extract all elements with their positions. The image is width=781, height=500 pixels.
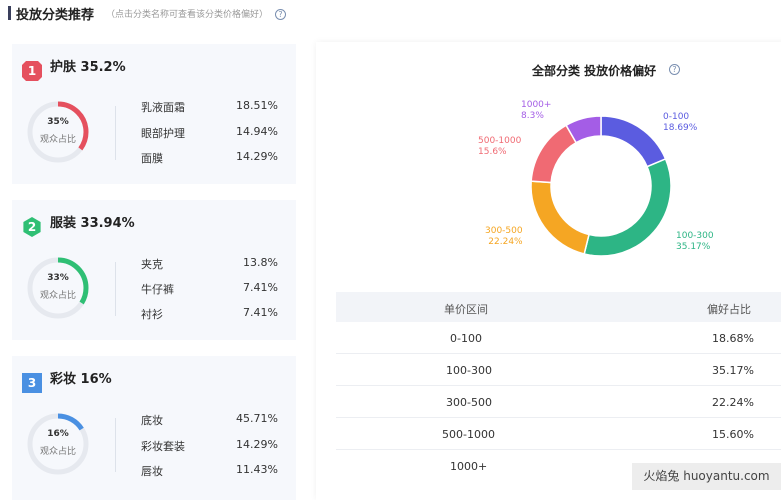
subcategory-name: 乳液面霜 — [141, 101, 185, 114]
subcategory-name: 面膜 — [141, 152, 163, 165]
category-name[interactable]: 彩妆 16% — [50, 372, 112, 387]
table-row: 0-100 18.68% — [336, 322, 781, 354]
subcategory-value: 14.94% — [236, 125, 278, 138]
audience-percent: 35% — [47, 117, 69, 127]
subcategory-name: 眼部护理 — [141, 127, 185, 140]
category-name[interactable]: 服装 33.94% — [50, 216, 135, 231]
category-name[interactable]: 护肤 35.2% — [50, 60, 126, 75]
help-icon[interactable]: ? — [669, 64, 680, 75]
cell-range: 1000+ — [450, 460, 488, 473]
subcategory-name: 唇妆 — [141, 465, 163, 478]
category-title[interactable]: 3 彩妆 16% — [22, 368, 112, 393]
watermark: 火焰兔 huoyantu.com — [632, 463, 781, 490]
cell-preference: 35.17% — [712, 364, 754, 377]
subcategory-value: 13.8% — [243, 256, 278, 269]
divider — [115, 262, 116, 316]
audience-percent: 33% — [47, 273, 69, 283]
category-title[interactable]: 1 护肤 35.2% — [22, 56, 126, 81]
cell-preference: 18.68% — [712, 332, 754, 345]
column-header-preference: 偏好占比 — [707, 303, 751, 316]
slice-label-1000-plus: 1000+ 8.3% — [521, 100, 552, 121]
cell-preference: 22.24% — [712, 396, 754, 409]
table-row: 100-300 35.17% — [336, 354, 781, 386]
cell-range: 300-500 — [446, 396, 492, 409]
divider — [115, 106, 116, 160]
cell-range: 100-300 — [446, 364, 492, 377]
cell-range: 500-1000 — [442, 428, 495, 441]
help-icon[interactable]: ? — [275, 9, 286, 20]
table-header: 单价区间 偏好占比 — [336, 292, 781, 322]
slice-label-300-500: 300-500 22.24% — [485, 226, 523, 247]
category-card-makeup[interactable]: 3 彩妆 16% 16% 观众占比 底妆 45.71% 彩妆套装 14.29% 唇… — [12, 356, 296, 500]
audience-percent: 16% — [47, 429, 69, 439]
subcategory-value: 7.41% — [243, 281, 278, 294]
audience-label: 观众占比 — [39, 447, 76, 457]
table-row: 500-1000 15.60% — [336, 418, 781, 450]
category-card-apparel[interactable]: 2 服装 33.94% 33% 观众占比 夹克 13.8% 牛仔裤 7.41% 衬… — [12, 200, 296, 340]
section-subtitle: （点击分类名称可查看该分类价格偏好） — [106, 10, 269, 20]
section-title: 投放分类推荐 — [16, 8, 95, 23]
category-card-skincare[interactable]: 1 护肤 35.2% 35% 观众占比 乳液面霜 18.51% 眼部护理 14.9… — [12, 44, 296, 184]
column-header-range: 单价区间 — [444, 303, 488, 316]
subcategory-name: 底妆 — [141, 414, 163, 427]
slice-label-100-300: 100-300 35.17% — [676, 231, 714, 252]
subcategory-value: 14.29% — [236, 150, 278, 163]
table-row: 300-500 22.24% — [336, 386, 781, 418]
chart-title: 全部分类 投放价格偏好 — [532, 64, 657, 78]
rank-badge-icon: 3 — [22, 373, 42, 393]
subcategory-name: 牛仔裤 — [141, 283, 174, 296]
rank-badge-icon: 2 — [23, 217, 41, 237]
cell-preference: 15.60% — [712, 428, 754, 441]
slice-label-0-100: 0-100 18.69% — [663, 112, 698, 133]
subcategory-name: 彩妆套装 — [141, 440, 185, 453]
subcategory-value: 45.71% — [236, 412, 278, 425]
subcategory-name: 夹克 — [141, 258, 163, 271]
category-title[interactable]: 2 服装 33.94% — [22, 212, 135, 237]
audience-label: 观众占比 — [39, 135, 76, 145]
slice-label-500-1000: 500-1000 15.6% — [478, 136, 522, 157]
header-accent-bar — [8, 6, 11, 20]
subcategory-name: 衬衫 — [141, 308, 163, 321]
cell-range: 0-100 — [450, 332, 482, 345]
subcategory-value: 11.43% — [236, 463, 278, 476]
rank-badge-icon: 1 — [22, 61, 42, 81]
section-header: 投放分类推荐 （点击分类名称可查看该分类价格偏好） ? — [0, 0, 781, 30]
divider — [115, 418, 116, 472]
subcategory-value: 7.41% — [243, 306, 278, 319]
subcategory-value: 18.51% — [236, 99, 278, 112]
subcategory-value: 14.29% — [236, 438, 278, 451]
audience-label: 观众占比 — [39, 291, 76, 301]
